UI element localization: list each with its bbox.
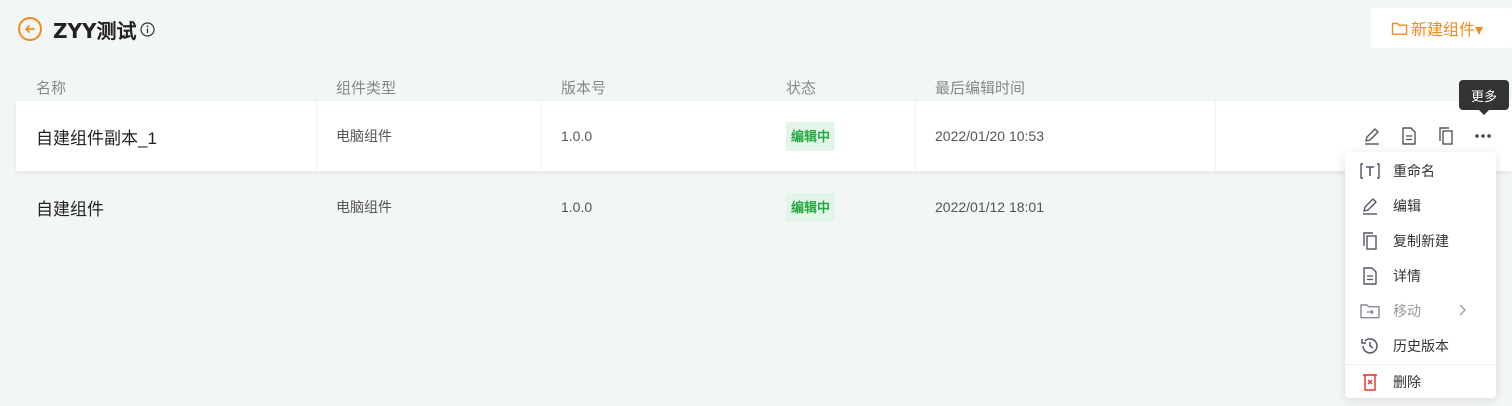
history-icon [1361, 337, 1378, 354]
new-component-button[interactable]: 新建组件▾ [1371, 8, 1512, 48]
trash-icon [1363, 374, 1377, 391]
menu-item-label: 移动 [1393, 302, 1421, 319]
column-type: 组件类型 [336, 80, 397, 97]
rename-icon [1360, 162, 1380, 179]
menu-item-label: 复制新建 [1393, 232, 1449, 249]
table-header: 名称 组件类型 版本号 状态 最后编辑时间 [0, 70, 1512, 102]
table-row[interactable]: 自建组件副本_1 电脑组件 1.0.0 编辑中 2022/01/20 10:53 [16, 101, 1512, 171]
column-status: 状态 [786, 80, 817, 97]
menu-item-history[interactable]: 历史版本 [1345, 328, 1496, 363]
folder-icon [1391, 22, 1408, 35]
menu-item-duplicate[interactable]: 复制新建 [1345, 223, 1496, 258]
row-name: 自建组件副本_1 [36, 128, 157, 148]
copy-button[interactable] [1435, 125, 1457, 147]
more-tooltip: 更多 [1459, 80, 1509, 115]
column-version: 版本号 [561, 80, 607, 97]
row-type: 电脑组件 [336, 199, 392, 215]
row-type: 电脑组件 [336, 128, 392, 144]
column-name: 名称 [36, 80, 67, 97]
arrow-left-icon [25, 25, 35, 33]
back-button[interactable] [18, 17, 42, 41]
row-actions [1361, 125, 1509, 147]
row-name: 自建组件 [36, 199, 104, 219]
row-status: 编辑中 [786, 172, 836, 242]
more-button[interactable] [1472, 125, 1494, 147]
menu-item-move[interactable]: 移动 [1345, 293, 1496, 328]
status-badge: 编辑中 [786, 121, 836, 151]
page-header: ZYY测试 [18, 14, 156, 44]
pencil-icon [1365, 128, 1379, 145]
menu-item-label: 历史版本 [1393, 337, 1449, 354]
chevron-right-icon [1459, 304, 1466, 316]
row-status: 编辑中 [786, 101, 836, 171]
menu-item-delete[interactable]: 删除 [1345, 364, 1496, 399]
row-time: 2022/01/12 18:01 [935, 199, 1044, 215]
menu-item-label: 详情 [1393, 267, 1421, 284]
page-title: ZYY测试 [53, 18, 137, 43]
document-icon [1363, 266, 1377, 285]
more-menu: 重命名 编辑 复制新建 详情 移动 历史版本 删除 [1345, 152, 1496, 398]
menu-item-details[interactable]: 详情 [1345, 258, 1496, 293]
copy-icon [1363, 231, 1377, 250]
menu-item-label: 编辑 [1393, 197, 1421, 214]
edit-button[interactable] [1361, 125, 1383, 147]
info-icon[interactable] [140, 21, 156, 37]
table-row[interactable]: 自建组件 电脑组件 1.0.0 编辑中 2022/01/12 18:01 [16, 172, 1512, 242]
row-version: 1.0.0 [561, 199, 593, 215]
menu-item-edit[interactable]: 编辑 [1345, 188, 1496, 223]
menu-item-label: 删除 [1393, 374, 1421, 390]
document-icon [1402, 127, 1416, 145]
status-badge: 编辑中 [786, 192, 836, 222]
copy-icon [1439, 127, 1453, 145]
new-component-label: 新建组件▾ [1411, 22, 1484, 39]
menu-item-rename[interactable]: 重命名 [1345, 153, 1496, 188]
column-last-edited: 最后编辑时间 [935, 80, 1026, 97]
row-time: 2022/01/20 10:53 [935, 128, 1044, 144]
details-button[interactable] [1398, 125, 1420, 147]
row-version: 1.0.0 [561, 128, 593, 144]
pencil-icon [1363, 197, 1377, 215]
more-dots-icon [1475, 134, 1491, 138]
menu-item-label: 重命名 [1393, 162, 1435, 179]
folder-move-icon [1360, 303, 1380, 318]
